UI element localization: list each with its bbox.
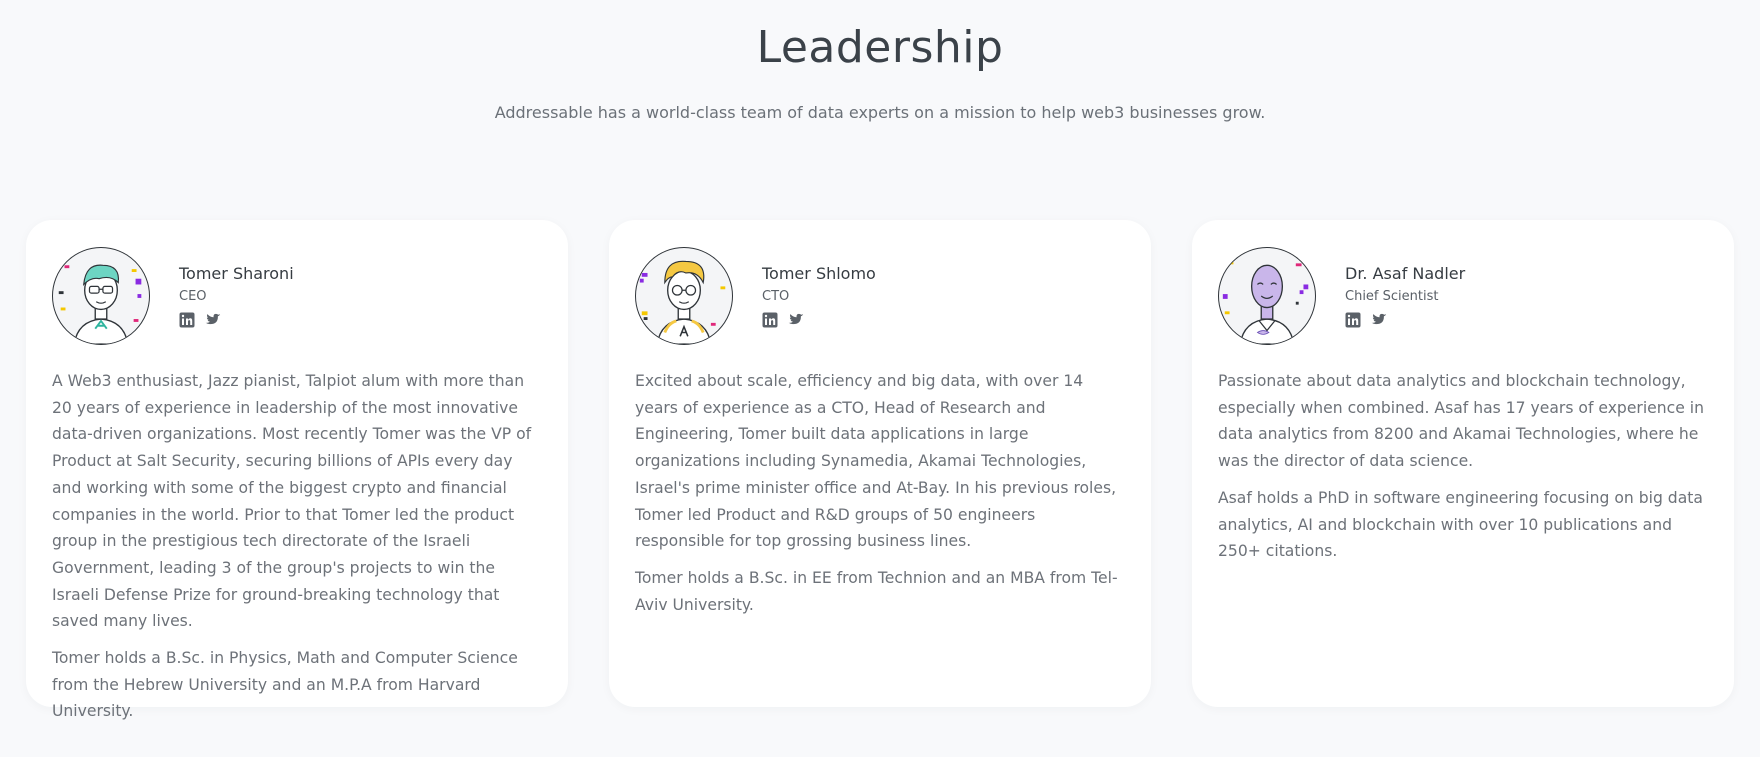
member-header: Tomer Shlomo CTO — [635, 246, 1125, 346]
linkedin-icon[interactable] — [762, 312, 778, 328]
member-bio: Passionate about data analytics and bloc… — [1218, 368, 1708, 565]
member-role: Chief Scientist — [1345, 289, 1439, 304]
bio-paragraph: Tomer holds a B.Sc. in EE from Technion … — [635, 568, 1118, 614]
linkedin-icon[interactable] — [179, 312, 195, 328]
leadership-cards: Tomer Sharoni CEO A Web3 enthusiast, Jaz… — [26, 220, 1734, 720]
member-role: CEO — [179, 289, 207, 304]
member-card: Tomer Shlomo CTO Excited about scale, ef… — [609, 220, 1151, 707]
member-meta: Dr. Asaf Nadler Chief Scientist — [1345, 264, 1465, 328]
member-bio: A Web3 enthusiast, Jazz pianist, Talpiot… — [52, 368, 542, 725]
linkedin-icon[interactable] — [1345, 312, 1361, 328]
member-role: CTO — [762, 289, 790, 304]
member-meta: Tomer Sharoni CEO — [179, 264, 294, 328]
avatar — [635, 247, 733, 345]
member-bio: Excited about scale, efficiency and big … — [635, 368, 1125, 618]
avatar — [1218, 247, 1316, 345]
member-header: Dr. Asaf Nadler Chief Scientist — [1218, 246, 1708, 346]
member-card: Dr. Asaf Nadler Chief Scientist Passiona… — [1192, 220, 1734, 707]
bio-paragraph: Asaf holds a PhD in software engineering… — [1218, 488, 1703, 561]
social-links — [1345, 312, 1465, 328]
member-name: Tomer Shlomo — [762, 264, 876, 283]
avatar — [52, 247, 150, 345]
leadership-section: Leadership Addressable has a world-class… — [0, 0, 1760, 757]
member-header: Tomer Sharoni CEO — [52, 246, 542, 346]
bio-paragraph: Excited about scale, efficiency and big … — [635, 372, 1117, 551]
page-title: Leadership — [756, 22, 1004, 73]
twitter-icon[interactable] — [788, 312, 804, 328]
bio-paragraph: Passionate about data analytics and bloc… — [1218, 372, 1704, 471]
member-card: Tomer Sharoni CEO A Web3 enthusiast, Jaz… — [26, 220, 568, 720]
member-name: Tomer Sharoni — [179, 264, 294, 283]
bio-paragraph: A Web3 enthusiast, Jazz pianist, Talpiot… — [52, 372, 532, 631]
twitter-icon[interactable] — [205, 312, 221, 328]
page-subtitle: Addressable has a world-class team of da… — [494, 103, 1266, 122]
social-links — [179, 312, 294, 328]
member-meta: Tomer Shlomo CTO — [762, 264, 876, 328]
social-links — [762, 312, 876, 328]
member-name: Dr. Asaf Nadler — [1345, 264, 1466, 283]
bio-paragraph: Tomer holds a B.Sc. in Physics, Math and… — [52, 649, 518, 721]
twitter-icon[interactable] — [1371, 312, 1387, 328]
